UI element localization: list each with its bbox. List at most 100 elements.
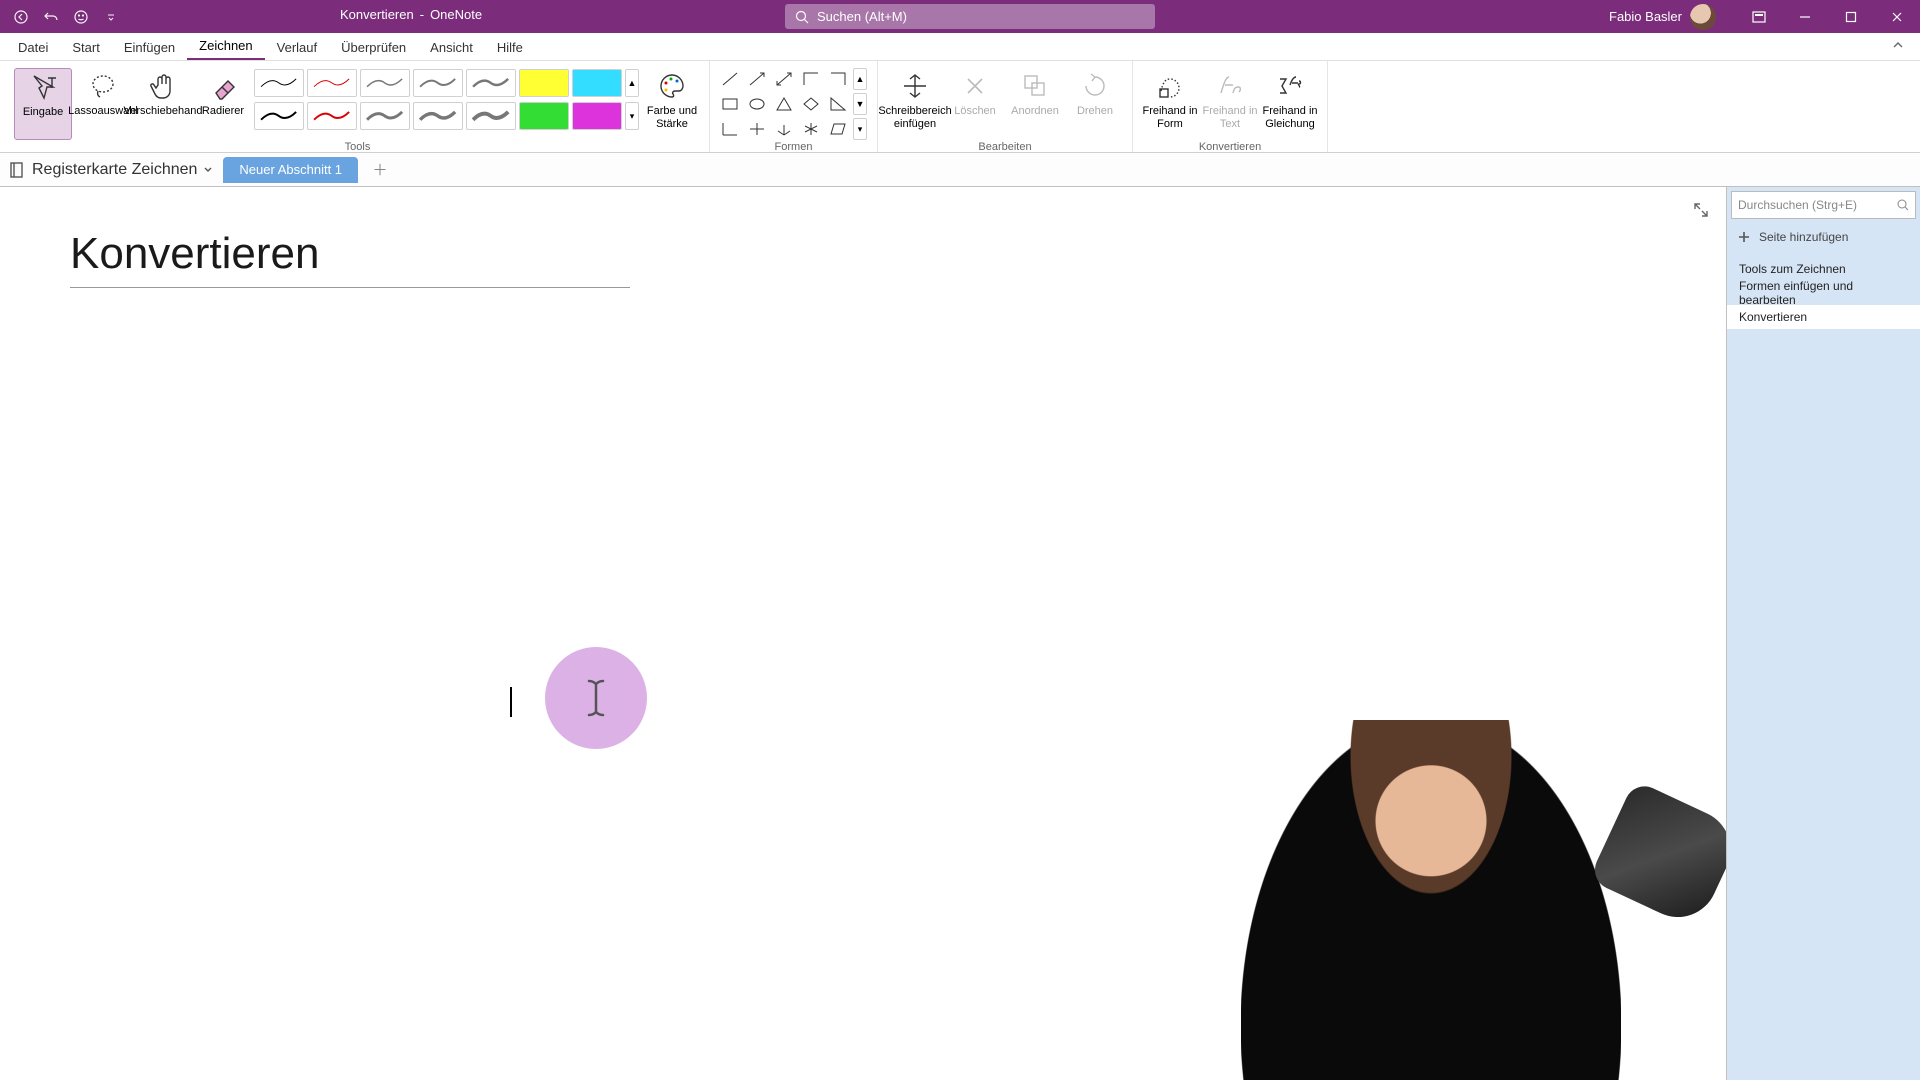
- shape-double-arrow[interactable]: [772, 68, 796, 90]
- page-item-konvertieren[interactable]: Konvertieren: [1727, 305, 1920, 329]
- add-section-button[interactable]: ＋: [368, 158, 392, 182]
- pen-black-thin[interactable]: [254, 69, 304, 97]
- user-account[interactable]: Fabio Basler: [1609, 4, 1716, 30]
- menu-start[interactable]: Start: [60, 35, 111, 60]
- pen-gray-2[interactable]: [413, 69, 463, 97]
- shapes-gallery: ▲ ▼ ▾: [718, 68, 869, 140]
- app-name-label: OneNote: [430, 7, 482, 22]
- section-tab[interactable]: Neuer Abschnitt 1: [223, 157, 358, 183]
- shape-diamond[interactable]: [799, 93, 823, 115]
- menu-ueberpruefen[interactable]: Überprüfen: [329, 35, 418, 60]
- back-icon[interactable]: [10, 6, 32, 28]
- hand-button[interactable]: Verschiebehand: [134, 68, 192, 140]
- shape-axes-xy[interactable]: [718, 118, 742, 140]
- shape-right-triangle[interactable]: [826, 93, 850, 115]
- highlighter-cyan[interactable]: [572, 69, 622, 97]
- pen-gray-5[interactable]: [413, 102, 463, 130]
- pen-gray-6[interactable]: [466, 102, 516, 130]
- shape-arrow[interactable]: [745, 68, 769, 90]
- lasso-button[interactable]: Lassoauswahl: [74, 68, 132, 140]
- shapes-down-icon[interactable]: ▼: [853, 93, 867, 115]
- page-search-placeholder: Durchsuchen (Strg+E): [1738, 198, 1857, 212]
- ink-to-shape-icon: [1154, 70, 1186, 102]
- freihand-form-button[interactable]: Freihand in Form: [1141, 68, 1199, 140]
- rotate-icon: [1079, 70, 1111, 102]
- ribbon-display-icon[interactable]: [1736, 0, 1782, 33]
- page-item-tools[interactable]: Tools zum Zeichnen: [1727, 257, 1920, 281]
- avatar-icon: [1690, 4, 1716, 30]
- shapes-more-icon[interactable]: ▾: [853, 118, 867, 140]
- shape-elbow-2[interactable]: [826, 68, 850, 90]
- pen-gray-4[interactable]: [360, 102, 410, 130]
- page-item-formen[interactable]: Formen einfügen und bearbeiten: [1727, 281, 1920, 305]
- user-name-label: Fabio Basler: [1609, 9, 1682, 24]
- freihand-gleichung-button[interactable]: Freihand in Gleichung: [1261, 68, 1319, 140]
- highlighter-green[interactable]: [519, 102, 569, 130]
- page-canvas[interactable]: Konvertieren: [0, 187, 1726, 1080]
- eingabe-button[interactable]: Eingabe: [14, 68, 72, 140]
- microphone-overlay: [1606, 800, 1726, 910]
- menu-verlauf[interactable]: Verlauf: [265, 35, 329, 60]
- arrange-icon: [1019, 70, 1051, 102]
- shape-axes-3d-2[interactable]: [799, 118, 823, 140]
- hand-label: Verschiebehand: [124, 105, 203, 118]
- minimize-button[interactable]: [1782, 0, 1828, 33]
- shape-ellipse[interactable]: [745, 93, 769, 115]
- collapse-ribbon-icon[interactable]: [1890, 37, 1910, 57]
- ink-to-math-icon: [1274, 70, 1306, 102]
- section-tabstrip: Registerkarte Zeichnen Neuer Abschnitt 1…: [0, 153, 1920, 187]
- shape-axes-3d-1[interactable]: [772, 118, 796, 140]
- notebook-icon: [8, 161, 26, 179]
- loeschen-label: Löschen: [954, 105, 996, 118]
- radierer-button[interactable]: Radierer: [194, 68, 252, 140]
- maximize-button[interactable]: [1828, 0, 1874, 33]
- menu-ansicht[interactable]: Ansicht: [418, 35, 485, 60]
- drehen-button: Drehen: [1066, 68, 1124, 140]
- pen-red-thin[interactable]: [307, 69, 357, 97]
- touch-mode-icon[interactable]: [70, 6, 92, 28]
- shape-line[interactable]: [718, 68, 742, 90]
- pen-gray-3[interactable]: [466, 69, 516, 97]
- highlighter-yellow[interactable]: [519, 69, 569, 97]
- shape-triangle[interactable]: [772, 93, 796, 115]
- shape-rect[interactable]: [718, 93, 742, 115]
- anordnen-label: Anordnen: [1011, 105, 1059, 118]
- ribbon-group-formen: ▲ ▼ ▾ Formen: [710, 61, 878, 152]
- undo-icon[interactable]: [40, 6, 62, 28]
- pen-red-med[interactable]: [307, 102, 357, 130]
- close-button[interactable]: [1874, 0, 1920, 33]
- farbe-staerke-label: Farbe und Stärke: [643, 105, 701, 130]
- page-title-container[interactable]: Konvertieren: [70, 229, 630, 288]
- loeschen-button: Löschen: [946, 68, 1004, 140]
- shape-parallelogram[interactable]: [826, 118, 850, 140]
- shape-axes-cross[interactable]: [745, 118, 769, 140]
- titlebar: Konvertieren - OneNote Suchen (Alt+M) Fa…: [0, 0, 1920, 33]
- lasso-icon: [87, 70, 119, 102]
- shapes-up-icon[interactable]: ▲: [853, 68, 867, 90]
- highlighter-magenta[interactable]: [572, 102, 622, 130]
- radierer-label: Radierer: [202, 105, 244, 118]
- shape-elbow-1[interactable]: [799, 68, 823, 90]
- farbe-staerke-button[interactable]: Farbe und Stärke: [643, 68, 701, 140]
- page-title[interactable]: Konvertieren: [70, 229, 630, 287]
- menu-hilfe[interactable]: Hilfe: [485, 35, 535, 60]
- pen-gray-1[interactable]: [360, 69, 410, 97]
- pen-black-med[interactable]: [254, 102, 304, 130]
- schreibbereich-button[interactable]: Schreibbereich einfügen: [886, 68, 944, 140]
- notebook-picker[interactable]: Registerkarte Zeichnen: [8, 161, 213, 179]
- menu-einfuegen[interactable]: Einfügen: [112, 35, 187, 60]
- page-search-input[interactable]: Durchsuchen (Strg+E): [1731, 191, 1916, 219]
- add-page-label: Seite hinzufügen: [1759, 230, 1848, 244]
- ribbon: Eingabe Lassoauswahl Verschiebehand Radi…: [0, 61, 1920, 153]
- menu-datei[interactable]: Datei: [6, 35, 60, 60]
- gallery-more-icon[interactable]: ▾: [625, 102, 639, 130]
- qat-dropdown-icon[interactable]: [100, 6, 122, 28]
- search-input[interactable]: Suchen (Alt+M): [785, 4, 1155, 29]
- menu-zeichnen[interactable]: Zeichnen: [187, 33, 264, 60]
- cursor-highlight-overlay: [545, 647, 647, 749]
- add-page-button[interactable]: Seite hinzufügen: [1727, 223, 1920, 251]
- cursor-text-icon: [27, 71, 59, 103]
- gallery-up-icon[interactable]: ▲: [625, 69, 639, 97]
- titlebar-right: Fabio Basler: [1609, 0, 1920, 33]
- fullscreen-icon[interactable]: [1692, 201, 1712, 221]
